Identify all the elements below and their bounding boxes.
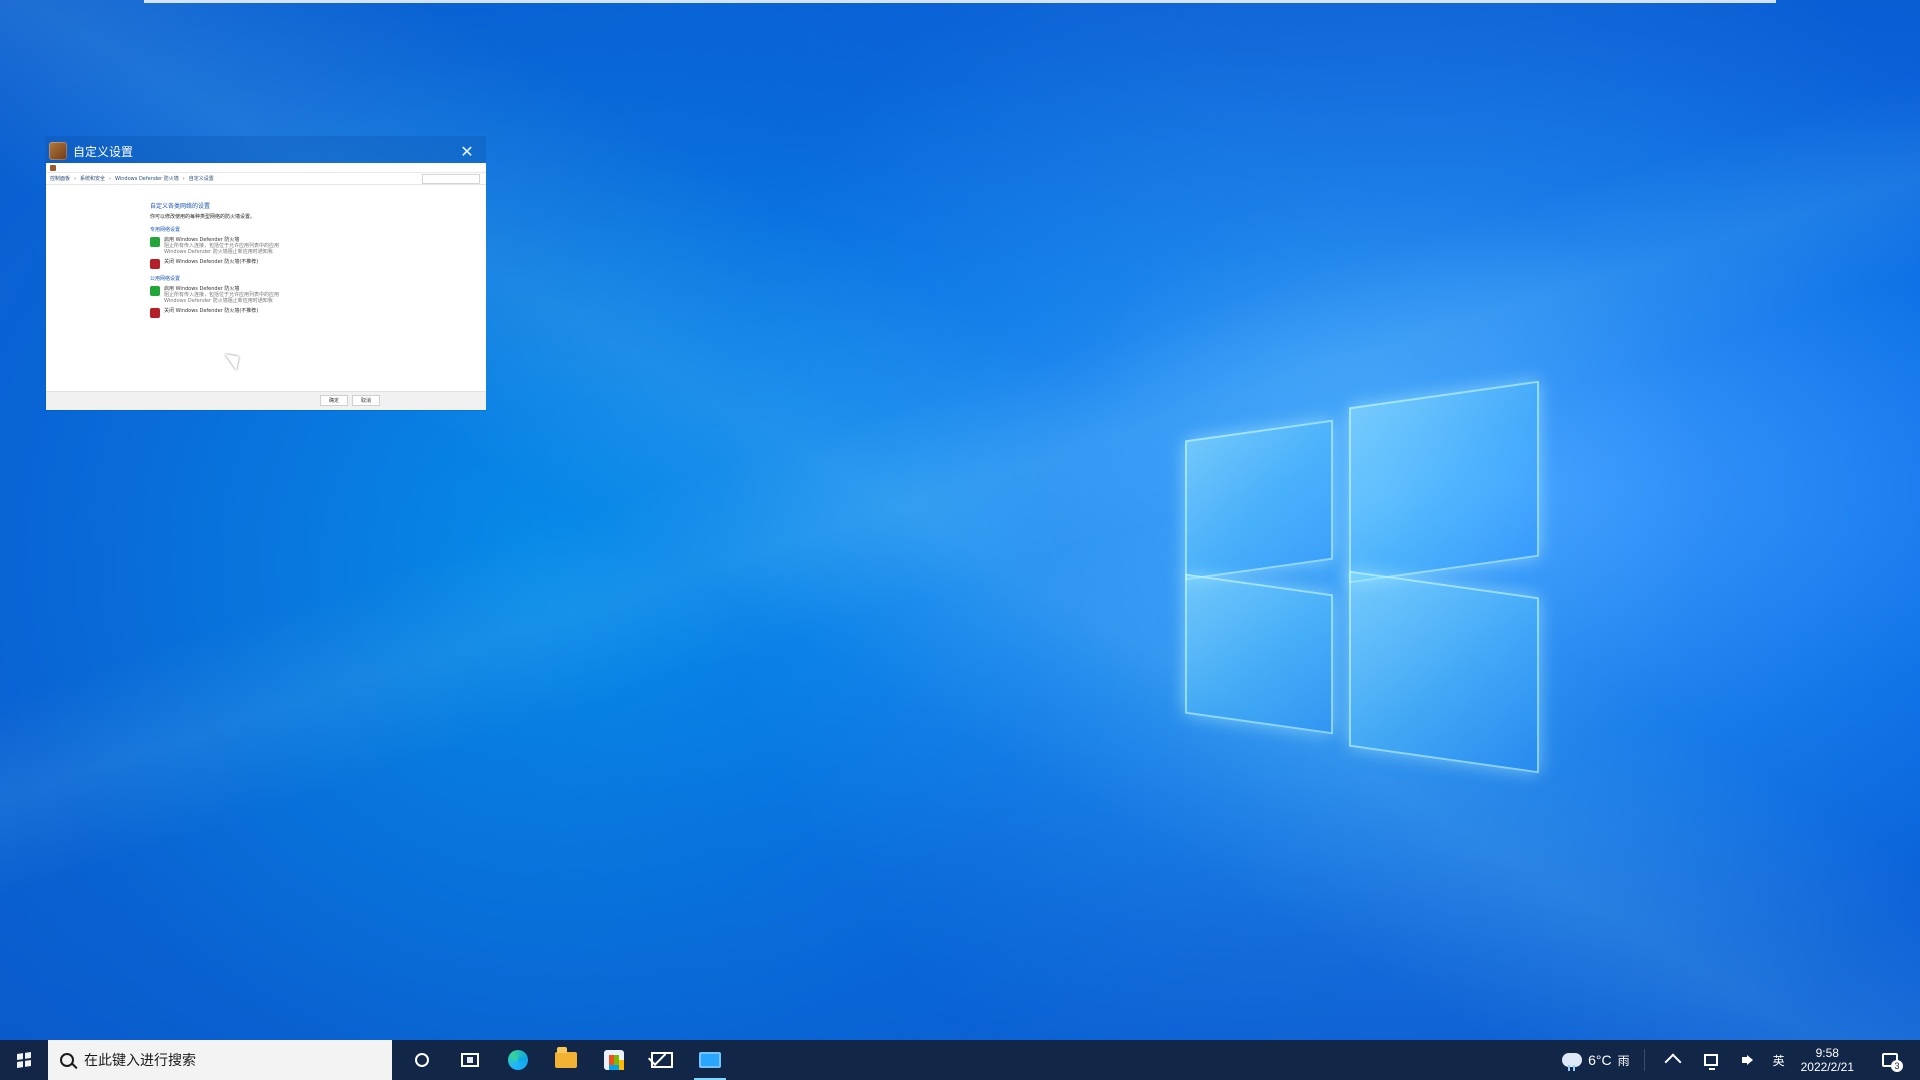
firewall-option-row: 关闭 Windows Defender 防火墙(不推荐)	[150, 308, 470, 318]
network-button[interactable]	[1697, 1040, 1725, 1080]
cortana-icon	[415, 1053, 429, 1067]
shield-green-icon	[150, 237, 160, 247]
breadcrumb-item: 控制面板	[50, 176, 71, 182]
taskbar-pinned-apps	[398, 1040, 734, 1080]
edge-button[interactable]	[494, 1040, 542, 1080]
cloud-rain-icon	[1562, 1053, 1583, 1071]
search-icon	[60, 1053, 74, 1067]
breadcrumb-separator: ›	[182, 175, 185, 182]
thumbnail-window-titlebar	[46, 163, 486, 173]
section-title: 专用网络设置	[150, 227, 181, 233]
thumbnail-title: 自定义设置	[73, 144, 134, 159]
thumbnail-ok-button: 确定	[320, 395, 348, 406]
thumbnail-window[interactable]: 控制面板 › 系统和安全 › Windows Defender 防火墙 › 自定…	[46, 163, 486, 410]
thumbnail-content: 自定义各类网络的设置 你可以修改使用的每种类型网络的防火墙设置。 专用网络设置 …	[150, 201, 470, 381]
clock[interactable]: 9:58 2022/2/21	[1795, 1046, 1860, 1074]
system-tray: 6°C 雨 英 9:58 2022/2/21 3	[1562, 1040, 1920, 1080]
edge-icon	[508, 1050, 528, 1070]
settings-app-icon	[699, 1052, 721, 1068]
clock-date: 2022/2/21	[1800, 1060, 1854, 1074]
desktop: 自定义设置 ✕ 控制面板 › 系统和安全 › Windows Defender …	[0, 0, 1920, 1040]
close-icon[interactable]: ✕	[456, 140, 478, 162]
taskbar-thumbnail-preview[interactable]: 自定义设置 ✕ 控制面板 › 系统和安全 › Windows Defender …	[45, 136, 486, 411]
top-highlight-line	[144, 0, 1776, 3]
folder-icon	[555, 1047, 577, 1068]
search-placeholder: 在此键入进行搜索	[84, 1052, 196, 1068]
microsoft-store-button[interactable]	[590, 1040, 638, 1080]
notification-badge: 3	[1891, 1060, 1903, 1072]
breadcrumb-separator: ›	[74, 175, 77, 182]
weather-text: 雨	[1617, 1053, 1630, 1068]
ime-indicator[interactable]: 英	[1773, 1052, 1785, 1069]
control-panel-icon	[49, 142, 67, 160]
windows-logo-pane	[1349, 570, 1539, 774]
windows-wallpaper-logo	[1185, 380, 1545, 774]
firewall-option-label: 关闭 Windows Defender 防火墙(不推荐)	[164, 308, 259, 314]
thumbnail-subheading: 你可以修改使用的每种类型网络的防火墙设置。	[150, 214, 256, 220]
cortana-button[interactable]	[398, 1040, 446, 1080]
start-button[interactable]	[0, 1040, 48, 1080]
clock-time: 9:58	[1815, 1046, 1839, 1060]
firewall-option-sub: Windows Defender 防火墙阻止新应用时通知我	[164, 298, 273, 304]
thumbnail-heading: 自定义各类网络的设置	[150, 203, 211, 210]
windows-logo-pane	[1349, 380, 1539, 584]
file-explorer-button[interactable]	[542, 1040, 590, 1080]
speaker-icon	[1741, 1054, 1756, 1066]
taskbar-search[interactable]: 在此键入进行搜索	[48, 1040, 392, 1080]
breadcrumb-item: Windows Defender 防火墙	[115, 176, 179, 182]
section-title: 公用网络设置	[150, 276, 181, 282]
breadcrumb-item: 自定义设置	[188, 176, 214, 182]
network-icon	[1703, 1054, 1718, 1070]
firewall-option-row: 启用 Windows Defender 防火墙 阻止所有传入连接，包括位于允许应…	[150, 286, 470, 304]
firewall-option-text: 关闭 Windows Defender 防火墙(不推荐)	[164, 259, 258, 265]
control-panel-taskbar-button[interactable]	[686, 1040, 734, 1080]
firewall-option-row: 启用 Windows Defender 防火墙 阻止所有传入连接，包括位于允许应…	[150, 237, 470, 255]
breadcrumb-item: 系统和安全	[80, 176, 106, 182]
mail-button[interactable]	[638, 1040, 686, 1080]
windows-logo-pane	[1185, 419, 1333, 581]
mail-icon	[651, 1052, 673, 1068]
task-view-button[interactable]	[446, 1040, 494, 1080]
windows-logo-pane	[1185, 573, 1333, 735]
thumbnail-title-bar: 自定义设置 ✕	[45, 136, 486, 166]
action-center-button[interactable]: 3	[1870, 1040, 1910, 1080]
thumbnail-search-box	[422, 173, 480, 184]
thumbnail-footer: 确定 取消	[46, 391, 486, 410]
firewall-option-sub: Windows Defender 防火墙阻止新应用时通知我	[164, 249, 273, 255]
store-icon	[604, 1050, 624, 1070]
firewall-option-row: 关闭 Windows Defender 防火墙(不推荐)	[150, 259, 470, 269]
shield-red-icon	[150, 259, 160, 269]
firewall-option-label: 关闭 Windows Defender 防火墙(不推荐)	[164, 259, 259, 265]
taskbar: 在此键入进行搜索 6°C 雨 英 9:58 2022/2/21 3	[0, 1040, 1920, 1080]
thumbnail-address-bar: 控制面板 › 系统和安全 › Windows Defender 防火墙 › 自定…	[46, 173, 486, 185]
chevron-up-icon	[1664, 1053, 1682, 1071]
mini-control-panel-icon	[50, 165, 56, 171]
windows-logo-icon	[17, 1052, 31, 1068]
tray-divider	[1643, 1049, 1645, 1071]
firewall-option-text: 关闭 Windows Defender 防火墙(不推荐)	[164, 308, 258, 314]
volume-button[interactable]	[1735, 1040, 1763, 1080]
task-view-icon	[461, 1053, 479, 1067]
thumbnail-cancel-button: 取消	[352, 395, 380, 406]
breadcrumb-separator: ›	[109, 175, 112, 182]
temperature: 6°C	[1588, 1052, 1612, 1068]
weather-widget[interactable]: 6°C 雨	[1562, 1052, 1630, 1071]
firewall-option-text: 启用 Windows Defender 防火墙 阻止所有传入连接，包括位于允许应…	[164, 237, 279, 255]
firewall-option-text: 启用 Windows Defender 防火墙 阻止所有传入连接，包括位于允许应…	[164, 286, 279, 304]
shield-green-icon	[150, 286, 160, 296]
shield-red-icon	[150, 308, 160, 318]
show-hidden-icons-button[interactable]	[1659, 1040, 1687, 1080]
